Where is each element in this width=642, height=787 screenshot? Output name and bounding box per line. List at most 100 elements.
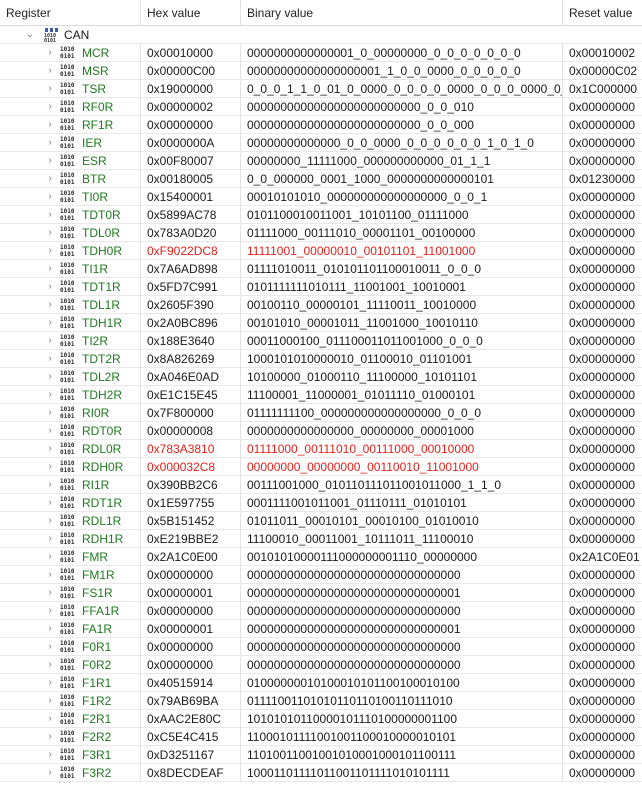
hex-value[interactable]: 0xD3251167 xyxy=(140,746,240,764)
chevron-right-icon[interactable]: › xyxy=(44,440,56,458)
register-row[interactable]: › 1010 0101 RDL1R 0x5B151452 01011011_0001010… xyxy=(0,512,642,530)
binary-value[interactable]: 00000000_11111000_000000000000_01_1_1 xyxy=(240,152,562,170)
chevron-right-icon[interactable]: › xyxy=(44,476,56,494)
binary-value[interactable]: 01011011_00010101_00010100_01010010 xyxy=(240,512,562,530)
binary-value[interactable]: 0001111001011001_01110111_01010101 xyxy=(240,494,562,512)
chevron-right-icon[interactable]: › xyxy=(44,548,56,566)
binary-value[interactable]: 10101010110000101110100000001100 xyxy=(240,710,562,728)
register-row[interactable]: › 1010 0101 RI0R 0x7F800000 01111111100_00000… xyxy=(0,404,642,422)
hex-value[interactable]: 0x40515914 xyxy=(140,674,240,692)
binary-value[interactable]: 11100001_11000001_01011110_01000101 xyxy=(240,386,562,404)
register-row[interactable]: › 1010 0101 RDL0R 0x783A3810 01111000_0011101… xyxy=(0,440,642,458)
binary-value[interactable]: 11000101111001001100010000010101 xyxy=(240,728,562,746)
register-row[interactable]: › 1010 0101 BTR 0x00180005 0_0_000000_0001_10… xyxy=(0,170,642,188)
register-row[interactable]: › 1010 0101 FS1R 0x00000001 00000000000000000… xyxy=(0,584,642,602)
binary-value[interactable]: 00101010_00001011_11001000_10010110 xyxy=(240,314,562,332)
chevron-right-icon[interactable]: › xyxy=(44,62,56,80)
hex-value[interactable]: 0xC5E4C415 xyxy=(140,728,240,746)
chevron-right-icon[interactable]: › xyxy=(44,350,56,368)
hex-value[interactable]: 0x00000008 xyxy=(140,422,240,440)
register-row[interactable]: › 1010 0101 F2R1 0xAAC2E80C 10101010110000101… xyxy=(0,710,642,728)
hex-value[interactable]: 0x00000000 xyxy=(140,566,240,584)
chevron-right-icon[interactable]: › xyxy=(44,314,56,332)
binary-value[interactable]: 00000000000000000000000000000001 xyxy=(240,584,562,602)
register-row[interactable]: › 1010 0101 TI2R 0x188E3640 00011000100_01110… xyxy=(0,332,642,350)
register-row[interactable]: › 1010 0101 FM1R 0x00000000 00000000000000000… xyxy=(0,566,642,584)
hex-value[interactable]: 0x7F800000 xyxy=(140,404,240,422)
binary-value[interactable]: 00000000000000000000000000000000 xyxy=(240,566,562,584)
hex-value[interactable]: 0x188E3640 xyxy=(140,332,240,350)
chevron-right-icon[interactable]: › xyxy=(44,566,56,584)
register-row[interactable]: › 1010 0101 MSR 0x00000C00 000000000000000000… xyxy=(0,62,642,80)
chevron-right-icon[interactable]: › xyxy=(44,368,56,386)
chevron-right-icon[interactable]: › xyxy=(44,422,56,440)
hex-value[interactable]: 0xF9022DC8 xyxy=(140,242,240,260)
chevron-right-icon[interactable]: › xyxy=(44,458,56,476)
chevron-right-icon[interactable]: › xyxy=(44,746,56,764)
register-row[interactable]: › 1010 0101 FFA1R 0x00000000 0000000000000000… xyxy=(0,602,642,620)
chevron-right-icon[interactable]: › xyxy=(44,224,56,242)
chevron-right-icon[interactable]: › xyxy=(44,512,56,530)
binary-value[interactable]: 01111111100_000000000000000000_0_0_0 xyxy=(240,404,562,422)
binary-value[interactable]: 01111010011_010101101100010011_0_0_0 xyxy=(240,260,562,278)
register-row[interactable]: › 1010 0101 FA1R 0x00000001 00000000000000000… xyxy=(0,620,642,638)
hex-value[interactable]: 0x2605F390 xyxy=(140,296,240,314)
binary-value[interactable]: 00000000_00000000_00110010_11001000 xyxy=(240,458,562,476)
column-header-reset[interactable]: Reset value xyxy=(562,0,642,26)
chevron-right-icon[interactable]: › xyxy=(44,692,56,710)
chevron-right-icon[interactable]: › xyxy=(44,206,56,224)
hex-value[interactable]: 0xE219BBE2 xyxy=(140,530,240,548)
binary-value[interactable]: 0_0_000000_0001_1000_0000000000000101 xyxy=(240,170,562,188)
binary-value[interactable]: 11100010_00011001_10111011_11100010 xyxy=(240,530,562,548)
chevron-right-icon[interactable]: › xyxy=(44,296,56,314)
register-row[interactable]: › 1010 0101 TDL1R 0x2605F390 00100110_0000010… xyxy=(0,296,642,314)
binary-value[interactable]: 00000000000000_0_0_0000_0_0_0_0_0_0_1_0_… xyxy=(240,134,562,152)
binary-value[interactable]: 00111001000_010110111011001011000_1_1_0 xyxy=(240,476,562,494)
register-row[interactable]: › 1010 0101 RDH1R 0xE219BBE2 11100010_0001100… xyxy=(0,530,642,548)
chevron-right-icon[interactable]: › xyxy=(44,728,56,746)
hex-value[interactable]: 0x00000000 xyxy=(140,602,240,620)
register-row[interactable]: › 1010 0101 TDH2R 0xE1C15E45 11100001_1100000… xyxy=(0,386,642,404)
binary-value[interactable]: 1000101010000010_01100010_01101001 xyxy=(240,350,562,368)
register-row[interactable]: › 1010 0101 F1R1 0x40515914 01000000010100010… xyxy=(0,674,642,692)
chevron-right-icon[interactable]: › xyxy=(44,80,56,98)
binary-value[interactable]: 00000000000000000000000000000000 xyxy=(240,602,562,620)
register-row[interactable]: › 1010 0101 TDH0R 0xF9022DC8 11111001_0000001… xyxy=(0,242,642,260)
chevron-right-icon[interactable]: › xyxy=(44,404,56,422)
register-row[interactable]: › 1010 0101 RF1R 0x00000000 00000000000000000… xyxy=(0,116,642,134)
chevron-right-icon[interactable]: › xyxy=(44,584,56,602)
register-row[interactable]: › 1010 0101 TDL0R 0x783A0D20 01111000_0011101… xyxy=(0,224,642,242)
hex-value[interactable]: 0x2A1C0E00 xyxy=(140,548,240,566)
hex-value[interactable]: 0x0000000A xyxy=(140,134,240,152)
hex-value[interactable]: 0x1E597755 xyxy=(140,494,240,512)
chevron-right-icon[interactable]: › xyxy=(44,188,56,206)
chevron-right-icon[interactable]: › xyxy=(44,170,56,188)
binary-value[interactable]: 00011000100_011100011011001000_0_0_0 xyxy=(240,332,562,350)
register-row[interactable]: › 1010 0101 RDH0R 0x000032C8 00000000_0000000… xyxy=(0,458,642,476)
register-row[interactable]: › 1010 0101 TI1R 0x7A6AD898 01111010011_01010… xyxy=(0,260,642,278)
binary-value[interactable]: 01000000010100010101100100010100 xyxy=(240,674,562,692)
binary-value[interactable]: 00010101010_000000000000000000_0_0_1 xyxy=(240,188,562,206)
register-row[interactable]: › 1010 0101 TDT2R 0x8A826269 1000101010000010… xyxy=(0,350,642,368)
hex-value[interactable]: 0x15400001 xyxy=(140,188,240,206)
binary-value[interactable]: 0000000000000000_00000000_00001000 xyxy=(240,422,562,440)
hex-value[interactable]: 0x00010000 xyxy=(140,44,240,62)
register-row[interactable]: › 1010 0101 TDT1R 0x5FD7C991 0101111111010111… xyxy=(0,278,642,296)
register-row[interactable]: › 1010 0101 RI1R 0x390BB2C6 00111001000_01011… xyxy=(0,476,642,494)
binary-value[interactable]: 00000000000000000000000000_0_0_010 xyxy=(240,98,562,116)
hex-value[interactable]: 0xAAC2E80C xyxy=(140,710,240,728)
chevron-right-icon[interactable]: › xyxy=(44,260,56,278)
binary-value[interactable]: 10100000_01000110_11100000_10101101 xyxy=(240,368,562,386)
hex-value[interactable]: 0x00000C00 xyxy=(140,62,240,80)
chevron-down-icon[interactable]: ⌄ xyxy=(24,26,36,44)
register-row[interactable]: › 1010 0101 F1R2 0x79AB69BA 01111001101010110… xyxy=(0,692,642,710)
register-row[interactable]: › 1010 0101 TDL2R 0xA046E0AD 10100000_0100011… xyxy=(0,368,642,386)
binary-value[interactable]: 0_0_0_1_1_0_01_0_0000_0_0_0_0_0000_0_0_0… xyxy=(240,80,562,98)
column-header-binary[interactable]: Binary value xyxy=(240,0,562,26)
register-row[interactable]: › 1010 0101 MCR 0x00010000 0000000000000001_0… xyxy=(0,44,642,62)
binary-value[interactable]: 0101100010011001_10101100_01111000 xyxy=(240,206,562,224)
binary-value[interactable]: 11111001_00000010_00101101_11001000 xyxy=(240,242,562,260)
register-row[interactable]: › 1010 0101 F3R1 0xD3251167 11010011001001010… xyxy=(0,746,642,764)
register-row[interactable]: › 1010 0101 IER 0x0000000A 00000000000000_0_0… xyxy=(0,134,642,152)
chevron-right-icon[interactable]: › xyxy=(44,242,56,260)
